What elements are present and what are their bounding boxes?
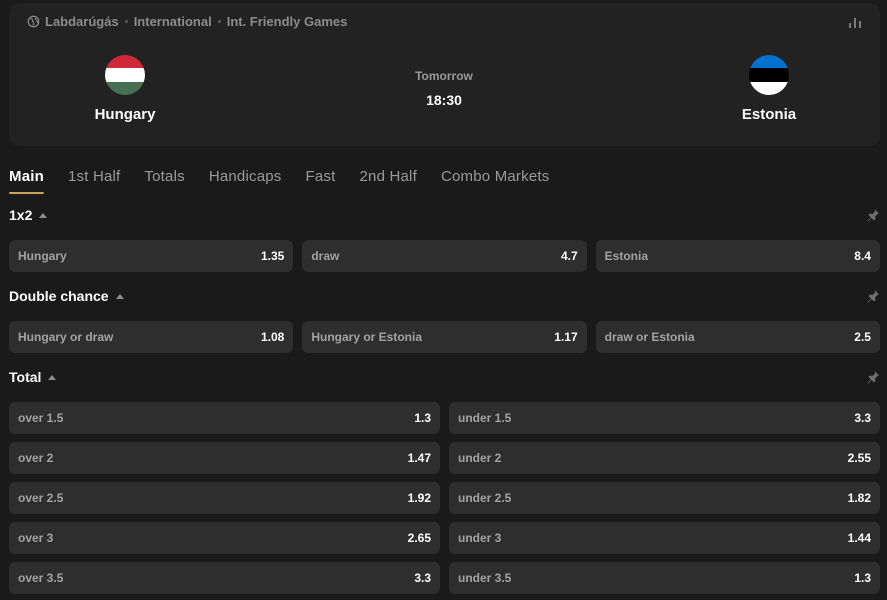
- market-title: Total: [9, 369, 42, 385]
- tab-1st-half[interactable]: 1st Half: [68, 168, 120, 194]
- odd-value: 3.3: [854, 411, 871, 425]
- tab-fast[interactable]: Fast: [306, 168, 336, 194]
- odd-value: 1.92: [407, 491, 431, 505]
- odd-button-home-or-away[interactable]: Hungary or Estonia 1.17: [302, 321, 587, 353]
- caret-up-icon[interactable]: [39, 212, 48, 218]
- tab-combo-markets[interactable]: Combo Markets: [441, 168, 549, 194]
- kickoff-day: Tomorrow: [415, 69, 473, 83]
- odd-value: 4.7: [560, 249, 578, 263]
- home-team-name: Hungary: [94, 106, 156, 123]
- odd-label: draw or Estonia: [604, 330, 695, 344]
- tab-totals[interactable]: Totals: [144, 168, 184, 194]
- odd-button-over[interactable]: over 1.5 1.3: [9, 402, 440, 434]
- odd-label: under 3: [458, 531, 502, 545]
- tab-2nd-half[interactable]: 2nd Half: [359, 168, 416, 194]
- odd-value: 1.3: [414, 411, 431, 425]
- odd-button-over[interactable]: over 3 2.65: [9, 522, 440, 554]
- home-team: Hungary: [55, 55, 195, 123]
- bar-chart-icon[interactable]: [848, 15, 862, 29]
- odds-row-double-chance: Hungary or draw 1.08 Hungary or Estonia …: [9, 321, 880, 353]
- odd-label: Estonia: [604, 249, 648, 263]
- home-team-flag: [105, 55, 145, 95]
- pin-icon[interactable]: [866, 370, 880, 384]
- odd-value: 1.17: [554, 330, 578, 344]
- market-title: 1x2: [9, 207, 33, 223]
- odd-label: over 1.5: [18, 411, 64, 425]
- caret-up-icon[interactable]: [48, 374, 57, 380]
- flag-stripe: [105, 81, 145, 95]
- odd-button-under[interactable]: under 3.5 1.3: [449, 562, 880, 594]
- breadcrumb-separator: [124, 20, 128, 23]
- caret-up-icon[interactable]: [115, 293, 124, 299]
- odd-value: 1.82: [847, 491, 871, 505]
- market-header-total[interactable]: Total: [9, 367, 880, 387]
- odds-row-total: over 1.5 1.3 under 1.5 3.3: [9, 402, 880, 434]
- globe-icon: [27, 15, 40, 28]
- odd-label: under 1.5: [458, 411, 512, 425]
- odd-button-home[interactable]: Hungary 1.35: [9, 240, 294, 272]
- kickoff-info: Tomorrow 18:30: [394, 69, 494, 108]
- odd-button-draw-or-away[interactable]: draw or Estonia 2.5: [595, 321, 880, 353]
- odd-value: 2.65: [407, 531, 431, 545]
- odd-button-under[interactable]: under 1.5 3.3: [449, 402, 880, 434]
- market-header-1x2[interactable]: 1x2: [9, 205, 880, 225]
- odd-label: under 3.5: [458, 571, 512, 585]
- kickoff-time: 18:30: [426, 92, 462, 108]
- match-header-card: Labdarúgás International Int. Friendly G…: [9, 3, 880, 146]
- odd-button-over[interactable]: over 2 1.47: [9, 442, 440, 474]
- odd-value: 8.4: [854, 249, 871, 263]
- odds-row-1x2: Hungary 1.35 draw 4.7 Estonia 8.4: [9, 240, 880, 272]
- odd-button-under[interactable]: under 3 1.44: [449, 522, 880, 554]
- odd-button-over[interactable]: over 2.5 1.92: [9, 482, 440, 514]
- odd-button-draw[interactable]: draw 4.7: [302, 240, 587, 272]
- odd-label: Hungary or Estonia: [311, 330, 423, 344]
- odd-label: over 3: [18, 531, 54, 545]
- odd-button-under[interactable]: under 2.5 1.82: [449, 482, 880, 514]
- odd-button-under[interactable]: under 2 2.55: [449, 442, 880, 474]
- pin-icon[interactable]: [866, 289, 880, 303]
- market-tabs: Main 1st Half Totals Handicaps Fast 2nd …: [9, 168, 573, 194]
- flag-stripe: [749, 55, 789, 69]
- odds-row-total: over 2.5 1.92 under 2.5 1.82: [9, 482, 880, 514]
- odd-label: Hungary or draw: [18, 330, 114, 344]
- odds-row-total: over 3 2.65 under 3 1.44: [9, 522, 880, 554]
- odd-label: under 2.5: [458, 491, 512, 505]
- flag-stripe: [105, 55, 145, 69]
- odd-label: over 2: [18, 451, 54, 465]
- odd-value: 1.3: [854, 571, 871, 585]
- flag-stripe: [749, 81, 789, 95]
- odd-value: 1.44: [847, 531, 871, 545]
- odd-button-over[interactable]: over 3.5 3.3: [9, 562, 440, 594]
- flag-stripe: [749, 68, 789, 82]
- breadcrumb-item-league[interactable]: Int. Friendly Games: [227, 14, 348, 29]
- away-team-name: Estonia: [741, 106, 797, 123]
- tab-main[interactable]: Main: [9, 168, 44, 194]
- odd-label: Hungary: [18, 249, 67, 263]
- market-header-double-chance[interactable]: Double chance: [9, 286, 880, 306]
- odd-value: 2.55: [847, 451, 871, 465]
- odd-button-home-or-draw[interactable]: Hungary or draw 1.08: [9, 321, 294, 353]
- breadcrumb-item-sport[interactable]: Labdarúgás: [45, 14, 119, 29]
- pin-icon[interactable]: [866, 208, 880, 222]
- odd-value: 2.5: [854, 330, 871, 344]
- tab-handicaps[interactable]: Handicaps: [209, 168, 282, 194]
- odd-value: 1.35: [260, 249, 285, 263]
- market-title: Double chance: [9, 288, 109, 304]
- breadcrumb-item-region[interactable]: International: [134, 14, 212, 29]
- odd-button-away[interactable]: Estonia 8.4: [595, 240, 880, 272]
- away-team-flag: [749, 55, 789, 95]
- breadcrumb-separator: [217, 20, 221, 23]
- odd-label: over 3.5: [18, 571, 64, 585]
- odd-value: 1.47: [407, 451, 431, 465]
- odd-label: under 2: [458, 451, 502, 465]
- odd-label: draw: [311, 249, 340, 263]
- odds-row-total: over 2 1.47 under 2 2.55: [9, 442, 880, 474]
- odd-label: over 2.5: [18, 491, 64, 505]
- flag-stripe: [105, 68, 145, 82]
- away-team: Estonia: [699, 55, 839, 123]
- odd-value: 3.3: [414, 571, 431, 585]
- odds-row-total: over 3.5 3.3 under 3.5 1.3: [9, 562, 880, 594]
- odd-value: 1.08: [260, 330, 285, 344]
- breadcrumb: Labdarúgás International Int. Friendly G…: [27, 14, 347, 29]
